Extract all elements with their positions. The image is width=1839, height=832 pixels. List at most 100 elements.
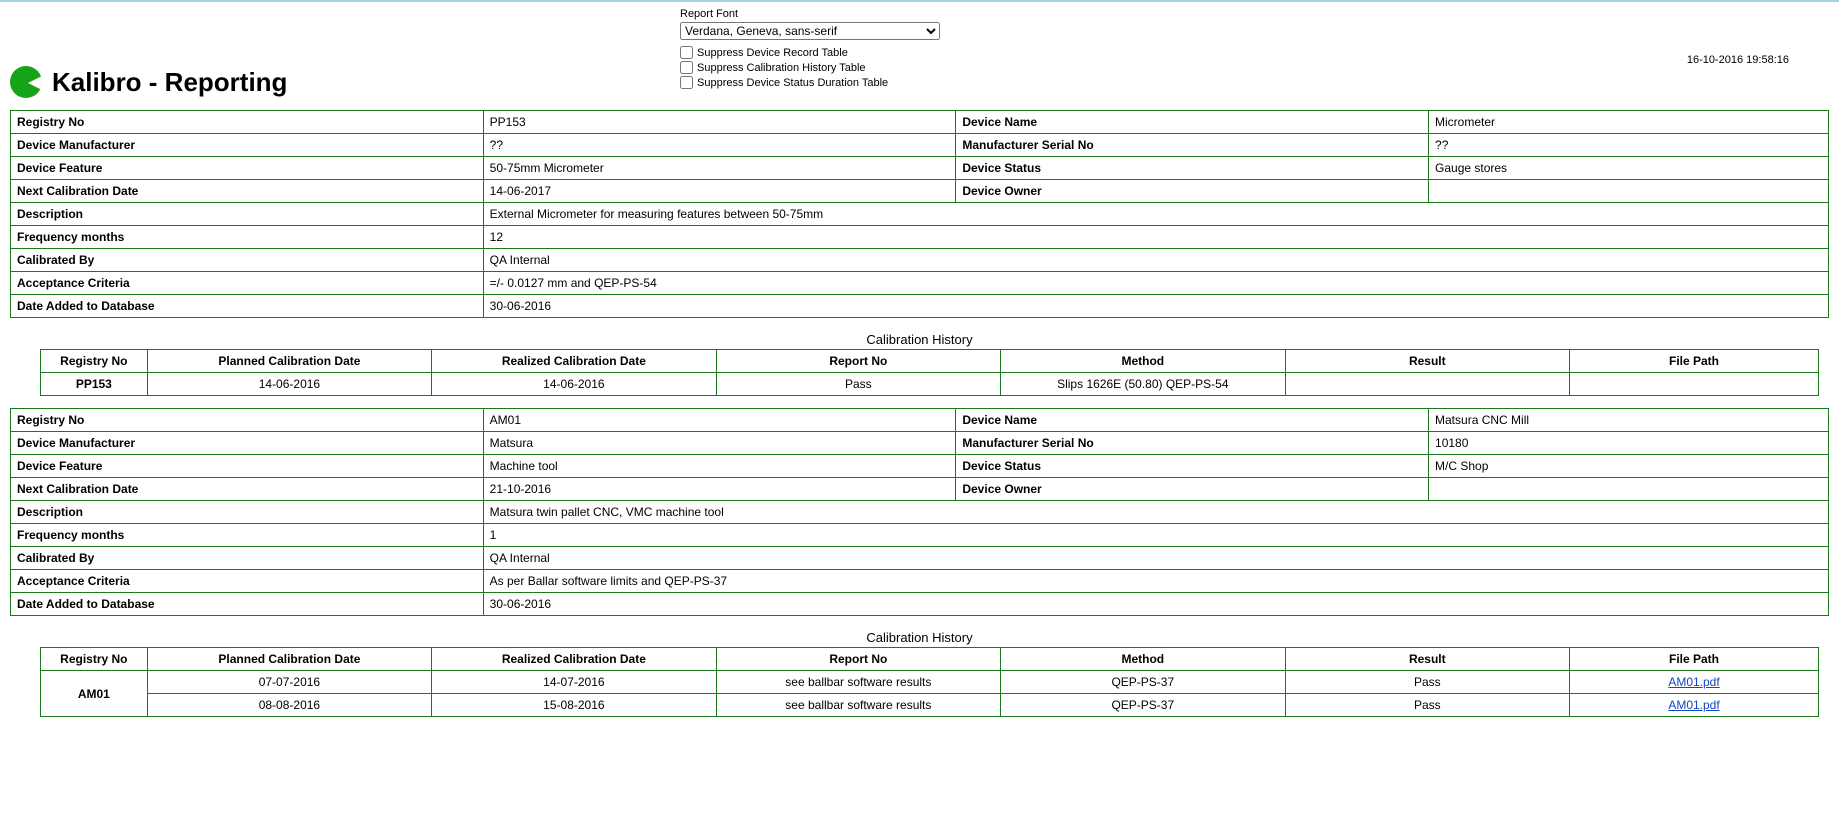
value-device-name: Matsura CNC Mill bbox=[1429, 409, 1829, 432]
cell-report-no: Pass bbox=[716, 373, 1000, 396]
value-device-owner bbox=[1429, 180, 1829, 203]
value-manufacturer-serial-no: ?? bbox=[1429, 134, 1829, 157]
cell-report-no: see ballbar software results bbox=[716, 694, 1000, 717]
cell-registry-no: PP153 bbox=[41, 373, 148, 396]
cell-realized: 14-06-2016 bbox=[432, 373, 716, 396]
th-result: Result bbox=[1285, 648, 1569, 671]
th-result: Result bbox=[1285, 350, 1569, 373]
label-description: Description bbox=[11, 203, 484, 226]
cell-report-no: see ballbar software results bbox=[716, 671, 1000, 694]
history-row: AM01 07-07-2016 14-07-2016 see ballbar s… bbox=[41, 671, 1819, 694]
label-manufacturer-serial-no: Manufacturer Serial No bbox=[956, 432, 1429, 455]
th-method: Method bbox=[1001, 648, 1285, 671]
value-acceptance-criteria: =/- 0.0127 mm and QEP-PS-54 bbox=[483, 272, 1828, 295]
file-path-link[interactable]: AM01.pdf bbox=[1668, 698, 1719, 712]
value-device-owner bbox=[1429, 478, 1829, 501]
value-description: External Micrometer for measuring featur… bbox=[483, 203, 1828, 226]
cell-file-path bbox=[1570, 373, 1819, 396]
label-device-owner: Device Owner bbox=[956, 180, 1429, 203]
cell-planned: 07-07-2016 bbox=[147, 671, 431, 694]
label-next-cal-date: Next Calibration Date bbox=[11, 478, 484, 501]
cell-planned: 08-08-2016 bbox=[147, 694, 431, 717]
label-manufacturer-serial-no: Manufacturer Serial No bbox=[956, 134, 1429, 157]
th-realized: Realized Calibration Date bbox=[432, 350, 716, 373]
label-registry-no: Registry No bbox=[11, 409, 484, 432]
calibration-history-table: Registry No Planned Calibration Date Rea… bbox=[40, 647, 1819, 717]
value-device-manufacturer: ?? bbox=[483, 134, 956, 157]
label-date-added: Date Added to Database bbox=[11, 593, 484, 616]
label-acceptance-criteria: Acceptance Criteria bbox=[11, 272, 484, 295]
cell-result: Pass bbox=[1285, 671, 1569, 694]
cell-result bbox=[1285, 373, 1569, 396]
file-path-link[interactable]: AM01.pdf bbox=[1668, 675, 1719, 689]
value-device-status: Gauge stores bbox=[1429, 157, 1829, 180]
label-device-feature: Device Feature bbox=[11, 157, 484, 180]
value-device-name: Micrometer bbox=[1429, 111, 1829, 134]
value-device-manufacturer: Matsura bbox=[483, 432, 956, 455]
suppress-cal-history-label: Suppress Calibration History Table bbox=[697, 62, 866, 74]
kalibro-logo-icon bbox=[10, 66, 42, 98]
history-row: PP153 14-06-2016 14-06-2016 Pass Slips 1… bbox=[41, 373, 1819, 396]
th-registry-no: Registry No bbox=[41, 350, 148, 373]
label-description: Description bbox=[11, 501, 484, 524]
value-manufacturer-serial-no: 10180 bbox=[1429, 432, 1829, 455]
value-frequency-months: 12 bbox=[483, 226, 1828, 249]
label-device-status: Device Status bbox=[956, 455, 1429, 478]
value-calibrated-by: QA Internal bbox=[483, 547, 1828, 570]
th-realized: Realized Calibration Date bbox=[432, 648, 716, 671]
label-device-owner: Device Owner bbox=[956, 478, 1429, 501]
report-font-label: Report Font bbox=[680, 8, 940, 20]
report-controls: Report Font Verdana, Geneva, sans-serif … bbox=[680, 6, 940, 91]
history-row: 08-08-2016 15-08-2016 see ballbar softwa… bbox=[41, 694, 1819, 717]
value-registry-no: AM01 bbox=[483, 409, 956, 432]
th-file-path: File Path bbox=[1570, 350, 1819, 373]
report-font-select[interactable]: Verdana, Geneva, sans-serif bbox=[680, 22, 940, 40]
label-frequency-months: Frequency months bbox=[11, 524, 484, 547]
cell-method: Slips 1626E (50.80) QEP-PS-54 bbox=[1001, 373, 1285, 396]
th-planned: Planned Calibration Date bbox=[147, 648, 431, 671]
th-report-no: Report No bbox=[716, 648, 1000, 671]
th-planned: Planned Calibration Date bbox=[147, 350, 431, 373]
label-device-feature: Device Feature bbox=[11, 455, 484, 478]
device-record-table: Registry No AM01 Device Name Matsura CNC… bbox=[10, 408, 1829, 616]
label-device-name: Device Name bbox=[956, 111, 1429, 134]
th-report-no: Report No bbox=[716, 350, 1000, 373]
value-device-status: M/C Shop bbox=[1429, 455, 1829, 478]
label-calibrated-by: Calibrated By bbox=[11, 249, 484, 272]
value-next-cal-date: 21-10-2016 bbox=[483, 478, 956, 501]
value-calibrated-by: QA Internal bbox=[483, 249, 1828, 272]
suppress-device-record-label: Suppress Device Record Table bbox=[697, 47, 848, 59]
th-registry-no: Registry No bbox=[41, 648, 148, 671]
calibration-history-table: Registry No Planned Calibration Date Rea… bbox=[40, 349, 1819, 396]
label-device-manufacturer: Device Manufacturer bbox=[11, 432, 484, 455]
cell-method: QEP-PS-37 bbox=[1001, 671, 1285, 694]
label-device-manufacturer: Device Manufacturer bbox=[11, 134, 484, 157]
suppress-status-duration-label: Suppress Device Status Duration Table bbox=[697, 77, 888, 89]
cell-registry-no: AM01 bbox=[41, 671, 148, 717]
label-registry-no: Registry No bbox=[11, 111, 484, 134]
value-device-feature: Machine tool bbox=[483, 455, 956, 478]
page-title: Kalibro - Reporting bbox=[52, 67, 287, 98]
label-next-cal-date: Next Calibration Date bbox=[11, 180, 484, 203]
value-device-feature: 50-75mm Micrometer bbox=[483, 157, 956, 180]
suppress-device-record-checkbox[interactable] bbox=[680, 46, 693, 59]
value-registry-no: PP153 bbox=[483, 111, 956, 134]
label-device-status: Device Status bbox=[956, 157, 1429, 180]
cell-method: QEP-PS-37 bbox=[1001, 694, 1285, 717]
suppress-cal-history-checkbox[interactable] bbox=[680, 61, 693, 74]
label-date-added: Date Added to Database bbox=[11, 295, 484, 318]
th-method: Method bbox=[1001, 350, 1285, 373]
value-acceptance-criteria: As per Ballar software limits and QEP-PS… bbox=[483, 570, 1828, 593]
cell-planned: 14-06-2016 bbox=[147, 373, 431, 396]
cell-realized: 15-08-2016 bbox=[432, 694, 716, 717]
device-record-table: Registry No PP153 Device Name Micrometer… bbox=[10, 110, 1829, 318]
label-frequency-months: Frequency months bbox=[11, 226, 484, 249]
suppress-status-duration-checkbox[interactable] bbox=[680, 76, 693, 89]
value-description: Matsura twin pallet CNC, VMC machine too… bbox=[483, 501, 1828, 524]
calibration-history-caption: Calibration History bbox=[10, 332, 1829, 347]
calibration-history-caption: Calibration History bbox=[10, 630, 1829, 645]
th-file-path: File Path bbox=[1570, 648, 1819, 671]
cell-realized: 14-07-2016 bbox=[432, 671, 716, 694]
value-next-cal-date: 14-06-2017 bbox=[483, 180, 956, 203]
cell-result: Pass bbox=[1285, 694, 1569, 717]
